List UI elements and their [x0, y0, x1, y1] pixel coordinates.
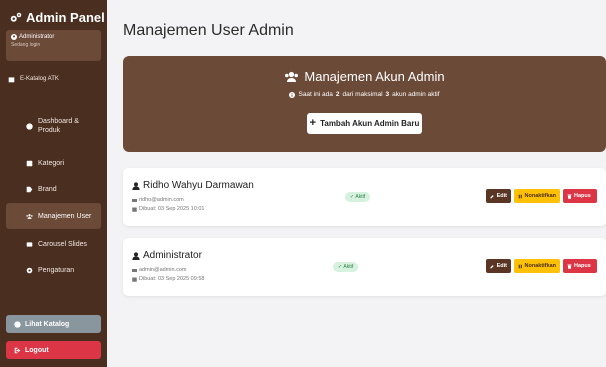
edit-button[interactable]: Edit — [486, 189, 511, 203]
check-icon: ✓ — [337, 264, 343, 270]
user-icon — [132, 251, 140, 260]
users-cog-icon — [285, 71, 299, 82]
status-label: Aktif — [355, 194, 366, 200]
calendar-icon — [132, 207, 137, 212]
sidebar-item-users[interactable]: Manajemen User — [6, 203, 101, 229]
delete-label: Hapus — [574, 263, 591, 269]
globe-icon — [14, 320, 21, 328]
sidebar-item-label: Brand — [38, 185, 57, 193]
sidebar-item-label: Pengaturan — [38, 266, 75, 274]
sidebar-item-dashboard[interactable]: Dashboard & Produk — [6, 112, 101, 140]
user-email: admin@admin.com — [139, 267, 187, 273]
sidebar-item-brand[interactable]: Brand — [6, 181, 101, 197]
sidebar-item-label: Kategori — [38, 159, 65, 167]
check-icon: ✓ — [349, 194, 355, 200]
sidebar: Admin Panel Administrator Sedang login E… — [0, 0, 107, 367]
deactivate-label: Nonaktifkan — [524, 263, 556, 269]
sidebar-item-label: Carousel Slides — [38, 240, 88, 248]
edit-icon — [490, 194, 494, 198]
brand-title: Admin Panel — [26, 10, 105, 25]
sidebar-item-label: Manajemen User — [38, 212, 92, 220]
admin-count: 2 — [335, 91, 340, 98]
admin-max: 3 — [385, 91, 390, 98]
user-name: Ridho Wahyu Darmawan — [143, 180, 254, 191]
user-icon — [132, 181, 140, 190]
sidebar-item-settings[interactable]: Pengaturan — [6, 262, 101, 278]
pause-icon — [518, 194, 522, 198]
deactivate-button[interactable]: Nonaktifkan — [514, 189, 560, 203]
deactivate-button[interactable]: Nonaktifkan — [514, 259, 560, 273]
calendar-icon — [132, 277, 137, 282]
sidebar-item-label: Dashboard & Produk — [38, 117, 79, 134]
status-badge: ✓ Aktif — [345, 192, 370, 202]
plus-icon: + — [309, 117, 317, 129]
edit-icon — [490, 264, 494, 268]
delete-button[interactable]: Hapus — [563, 189, 597, 203]
pause-icon — [518, 264, 522, 268]
hero-sub-prefix: Saat ini ada — [298, 91, 333, 98]
sidebar-item-catalog-atk[interactable]: E-Katalog ATK — [6, 72, 101, 86]
envelope-icon — [132, 268, 137, 272]
users-icon — [26, 213, 33, 219]
envelope-icon — [132, 198, 137, 202]
hero-sub-suffix: akun admin aktif — [392, 91, 440, 98]
current-user: Administrator Sedang login — [6, 30, 101, 61]
user-created: Dibuat: 03 Sep 2025 09:58 — [139, 276, 205, 282]
sidebar-item-kategori[interactable]: Kategori — [6, 155, 101, 171]
user-created: Dibuat: 03 Sep 2025 10:01 — [139, 206, 205, 212]
edit-button[interactable]: Edit — [486, 259, 511, 273]
view-catalog-button[interactable]: Lihat Katalog — [6, 315, 101, 333]
user-email: ridho@admin.com — [139, 197, 184, 203]
logout-label: Logout — [25, 346, 49, 354]
hero-sub-mid: dari maksimal — [342, 91, 383, 98]
edit-label: Edit — [496, 193, 507, 199]
current-user-name: Administrator — [19, 34, 55, 40]
add-admin-label: Tambah Akun Admin Baru — [320, 119, 420, 128]
page-title: Manajemen User Admin — [123, 22, 294, 39]
info-circle-icon — [289, 91, 296, 98]
images-icon — [26, 241, 33, 247]
deactivate-label: Nonaktifkan — [524, 193, 556, 199]
tag-icon — [26, 186, 33, 192]
gears-icon — [10, 12, 22, 22]
delete-label: Hapus — [574, 193, 591, 199]
logout-button[interactable]: Logout — [6, 341, 101, 359]
sidebar-item-label: E-Katalog ATK — [20, 76, 59, 82]
hero-subtitle: Saat ini ada 2 dari maksimal 3 akun admi… — [123, 91, 606, 98]
current-user-status: Sedang login — [11, 42, 41, 48]
view-catalog-label: Lihat Katalog — [25, 320, 70, 328]
gear-icon — [26, 267, 33, 273]
add-admin-button[interactable]: + Tambah Akun Admin Baru — [307, 113, 422, 134]
user-circle-icon — [11, 34, 17, 40]
status-badge: ✓ Aktif — [333, 262, 358, 272]
sidebar-item-carousel[interactable]: Carousel Slides — [6, 236, 101, 252]
user-name: Administrator — [143, 250, 202, 261]
hero-title: Manajemen Akun Admin — [304, 69, 445, 84]
edit-label: Edit — [496, 263, 507, 269]
brand[interactable]: Admin Panel — [10, 10, 105, 25]
dashboard-icon — [26, 122, 33, 130]
store-icon — [8, 76, 15, 82]
tags-icon — [26, 160, 33, 166]
user-card: Ridho Wahyu Darmawan ridho@admin.com Dib… — [123, 168, 606, 226]
hero-panel: Manajemen Akun Admin Saat ini ada 2 dari… — [123, 56, 606, 152]
delete-button[interactable]: Hapus — [563, 259, 597, 273]
trash-icon — [567, 194, 572, 199]
user-card: Administrator admin@admin.com Dibuat: 03… — [123, 238, 606, 296]
logout-icon — [14, 347, 21, 353]
trash-icon — [567, 264, 572, 269]
status-label: Aktif — [343, 264, 354, 270]
